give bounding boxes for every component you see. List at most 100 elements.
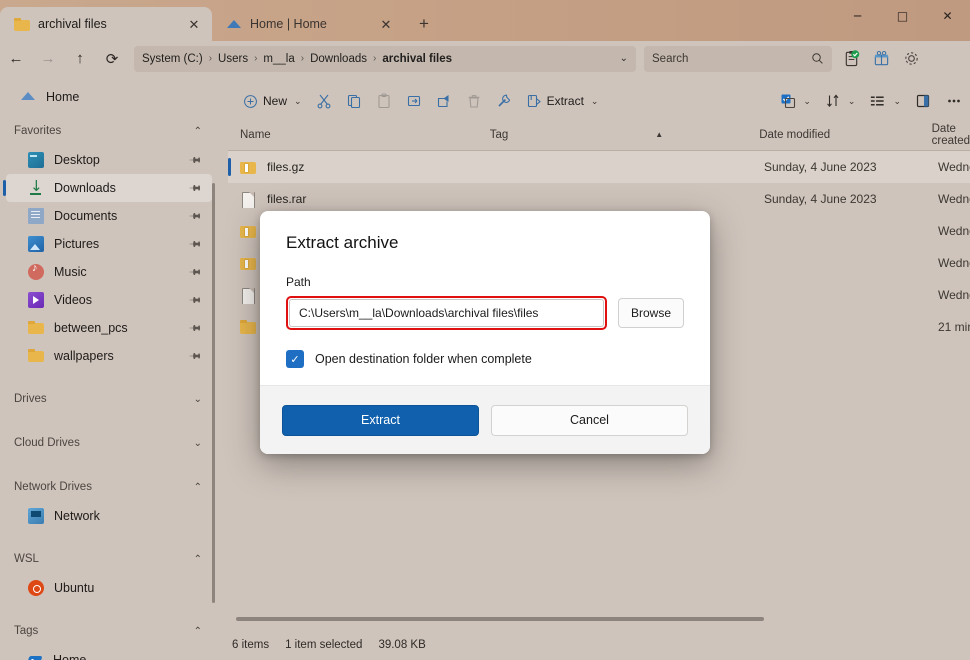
copy-button[interactable] — [339, 87, 369, 115]
search-input[interactable]: Search — [644, 45, 832, 72]
table-row[interactable]: files.gz Sunday, 4 June 2023 Wednesday, … — [228, 151, 970, 183]
home-icon — [226, 18, 242, 31]
sidebar-group-wsl[interactable]: WSL ⌃ — [0, 544, 218, 574]
maximize-button[interactable]: □ — [880, 0, 925, 32]
new-button-label: New — [263, 94, 288, 108]
chevron-up-icon: ⌃ — [193, 553, 202, 565]
cell-name: files.gz — [228, 159, 480, 176]
sort-button[interactable]: ⌄ — [818, 87, 863, 115]
column-header-date-modified[interactable]: Date modified — [747, 119, 919, 150]
cut-button[interactable] — [309, 87, 339, 115]
preview-pane-button[interactable] — [908, 87, 938, 115]
cancel-button[interactable]: Cancel — [491, 404, 688, 436]
sidebar-item-downloads[interactable]: Downloads 🖈 — [3, 174, 212, 202]
sidebar-item-tag-home[interactable]: Home — [6, 646, 212, 660]
pin-icon[interactable]: 🖈 — [185, 206, 206, 227]
chevron-down-icon: ⌄ — [193, 437, 202, 449]
pin-icon[interactable]: 🖈 — [185, 346, 206, 367]
cell-date-modified: Sunday, 4 June 2023 — [764, 192, 877, 206]
share-icon — [437, 95, 449, 108]
column-header-tag[interactable]: Tag ▲ — [478, 119, 748, 150]
forward-button[interactable]: → — [32, 44, 64, 74]
sidebar-group-cloud-drives[interactable]: Cloud Drives ⌄ — [0, 428, 218, 458]
sidebar-group-drives[interactable]: Drives ⌄ — [0, 384, 218, 414]
sidebar-item-network[interactable]: Network — [6, 502, 212, 530]
close-icon[interactable]: ✕ — [376, 14, 396, 34]
back-button[interactable]: ← — [0, 44, 32, 74]
delete-button[interactable] — [459, 87, 489, 115]
browse-button[interactable]: Browse — [618, 298, 684, 328]
share-button[interactable] — [429, 87, 459, 115]
gear-icon[interactable] — [896, 44, 926, 74]
sidebar-item-music[interactable]: Music 🖈 — [6, 258, 212, 286]
column-header-label: Tag — [489, 128, 509, 141]
chevron-down-icon: ⌄ — [803, 95, 811, 106]
command-bar: New ⌄ Extract ⌄ ⌄ ⌄ ⌄ — [228, 83, 970, 119]
cell-date-created: Wednesday, 11 October 2023 — [938, 256, 970, 270]
close-icon[interactable]: ✕ — [184, 14, 204, 34]
status-size: 39.08 KB — [378, 639, 426, 651]
refresh-button[interactable]: ⟳ — [96, 44, 128, 74]
extract-confirm-button[interactable]: Extract — [282, 404, 479, 436]
sidebar-item-label: Network — [54, 509, 100, 523]
pin-icon[interactable]: 🖈 — [185, 318, 206, 339]
sidebar-item-desktop[interactable]: Desktop 🖈 — [6, 146, 212, 174]
tab-home[interactable]: Home | Home ✕ — [212, 7, 404, 41]
rename-button[interactable] — [399, 87, 429, 115]
clipboard-check-icon[interactable] — [836, 44, 866, 74]
minimize-button[interactable]: ─ — [835, 0, 880, 32]
breadcrumb-item-downloads[interactable]: Downloads — [310, 53, 367, 65]
breadcrumb[interactable]: System (C:) › Users › m__la › Downloads … — [134, 45, 636, 72]
sidebar-item-ubuntu[interactable]: Ubuntu — [6, 574, 212, 602]
select-all-button[interactable]: ⌄ — [773, 87, 818, 115]
breadcrumb-item-system[interactable]: System (C:) — [142, 53, 203, 65]
breadcrumb-separator: › — [254, 53, 258, 64]
new-tab-button[interactable]: + — [410, 10, 438, 38]
column-header-name[interactable]: Name — [228, 119, 478, 150]
sidebar-item-between-pcs[interactable]: between_pcs 🖈 — [6, 314, 212, 342]
chevron-down-icon[interactable]: ⌄ — [620, 53, 628, 64]
paste-button[interactable] — [369, 87, 399, 115]
sidebar-item-label: Ubuntu — [54, 581, 95, 595]
new-button[interactable]: New ⌄ — [236, 87, 309, 115]
sidebar-item-home[interactable]: Home — [6, 83, 212, 111]
pin-icon[interactable]: 🖈 — [185, 178, 206, 199]
folder-icon — [28, 320, 44, 336]
view-button[interactable]: ⌄ — [862, 87, 908, 115]
chevron-up-icon: ⌃ — [193, 625, 202, 637]
gift-icon[interactable] — [866, 44, 896, 74]
sidebar-scrollbar[interactable] — [212, 183, 215, 603]
status-item-count: 6 items — [232, 639, 270, 651]
close-button[interactable]: ✕ — [925, 0, 970, 32]
path-input[interactable] — [289, 299, 604, 327]
pin-icon[interactable]: 🖈 — [185, 262, 206, 283]
cell-date-modified: Sunday, 4 June 2023 — [764, 160, 877, 174]
sidebar-item-wallpapers[interactable]: wallpapers 🖈 — [6, 342, 212, 370]
breadcrumb-item-current[interactable]: archival files — [382, 53, 452, 65]
pin-icon[interactable]: 🖈 — [185, 150, 206, 171]
sidebar-group-tags[interactable]: Tags ⌃ — [0, 616, 218, 646]
column-header-date-created[interactable]: Date created — [920, 119, 970, 150]
breadcrumb-item-user[interactable]: m__la — [263, 53, 294, 65]
up-button[interactable]: ↑ — [64, 44, 96, 74]
sidebar-group-label: Network Drives — [14, 481, 92, 493]
tab-archival-files[interactable]: archival files ✕ — [0, 7, 212, 41]
sidebar-item-pictures[interactable]: Pictures 🖈 — [6, 230, 212, 258]
sort-icon — [826, 94, 839, 108]
open-destination-checkbox[interactable]: ✓ — [286, 350, 304, 368]
sidebar-item-documents[interactable]: Documents 🖈 — [6, 202, 212, 230]
pin-icon[interactable]: 🖈 — [185, 234, 206, 255]
open-destination-checkbox-row[interactable]: ✓ Open destination folder when complete — [286, 350, 684, 368]
zip-icon — [240, 255, 256, 272]
sidebar-item-videos[interactable]: Videos 🖈 — [6, 286, 212, 314]
sidebar-group-favorites[interactable]: Favorites ⌃ — [0, 116, 218, 146]
extract-button[interactable]: Extract ⌄ — [519, 87, 606, 115]
properties-button[interactable] — [489, 87, 519, 115]
trash-icon — [468, 95, 479, 108]
sidebar-group-network-drives[interactable]: Network Drives ⌃ — [0, 472, 218, 502]
folder-icon — [14, 17, 30, 31]
pin-icon[interactable]: 🖈 — [185, 290, 206, 311]
breadcrumb-item-users[interactable]: Users — [218, 53, 248, 65]
horizontal-scrollbar-thumb[interactable] — [236, 617, 764, 621]
more-button[interactable] — [938, 87, 970, 115]
